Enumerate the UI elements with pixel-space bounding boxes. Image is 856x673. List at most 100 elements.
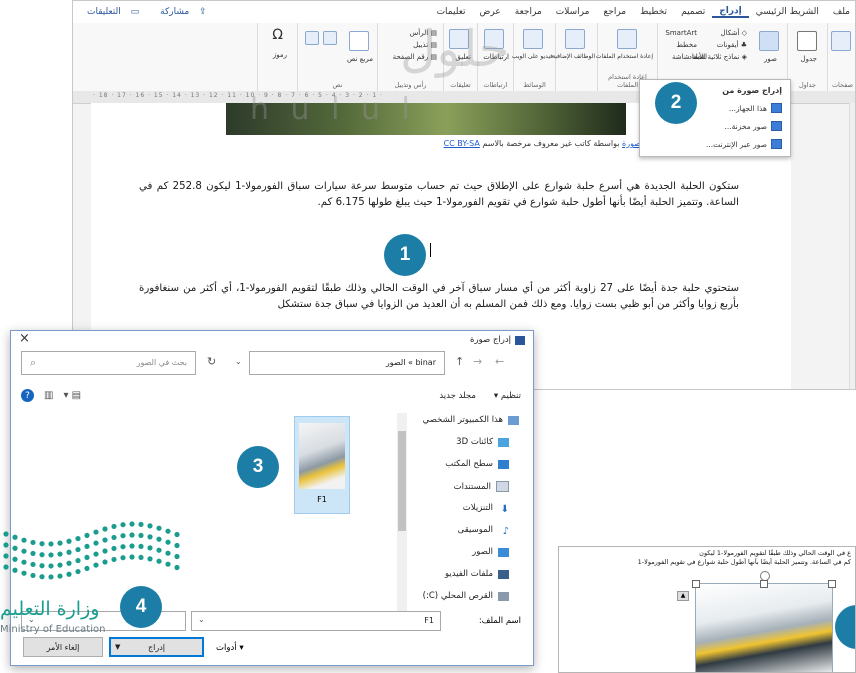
logo-dot: [147, 534, 153, 540]
logo-dot: [66, 560, 72, 566]
ribbon-group-text: مربع نص نص: [297, 23, 377, 91]
inserted-picture[interactable]: [695, 583, 833, 672]
nav-item-local-disk[interactable]: القرص المحلي (C:): [423, 591, 509, 601]
pages-icon[interactable]: [831, 31, 851, 51]
logo-dot: [120, 544, 126, 550]
chart-button[interactable]: مخطط: [676, 41, 697, 49]
share-button[interactable]: ⇪ مشاركة: [146, 7, 213, 17]
help-icon[interactable]: ?: [21, 389, 34, 402]
nav-label: سطح المكتب: [445, 459, 493, 469]
addins-label: الوظائف الإضافية: [552, 53, 595, 60]
tab-mailings[interactable]: مراسلات: [549, 7, 597, 17]
logo-dot: [75, 546, 81, 553]
nav-item-desktop[interactable]: سطح المكتب: [445, 459, 509, 469]
textbox-icon[interactable]: [349, 31, 369, 51]
addins-icon[interactable]: [565, 29, 585, 49]
new-folder-button[interactable]: مجلد جديد: [439, 391, 476, 401]
computer-icon: [508, 415, 519, 425]
ministry-dots-icon: [3, 521, 180, 580]
logo-dot: [129, 554, 135, 560]
wordart-icon[interactable]: [305, 31, 319, 45]
nav-item-downloads[interactable]: ⬇ التنزيلات: [462, 503, 509, 515]
tab-references[interactable]: مراجع: [596, 7, 633, 17]
result-preview-inset: ع في الوقت الحالي وذلك طبقًا لتقويم الفو…: [558, 546, 856, 673]
online-video-icon[interactable]: [523, 29, 543, 49]
file-item-f1[interactable]: F1: [294, 416, 350, 514]
logo-dot: [21, 570, 27, 576]
reuse-files-icon[interactable]: [617, 29, 637, 49]
logo-dot: [102, 537, 108, 543]
logo-dot: [147, 545, 153, 551]
tab-view[interactable]: عرض: [473, 7, 508, 17]
nav-label: هذا الكمبيوتر الشخصي: [422, 415, 503, 425]
group-label-comments: تعليقات: [450, 81, 471, 89]
nav-item-pictures[interactable]: الصور: [472, 547, 509, 557]
quickparts-icon[interactable]: [323, 31, 337, 45]
address-bar[interactable]: binar » الصور: [249, 351, 445, 375]
nav-item-videos[interactable]: ملفات الفيديو: [445, 569, 509, 579]
smartart-button[interactable]: SmartArt: [665, 29, 697, 37]
close-button[interactable]: ×: [19, 331, 30, 346]
logo-dot: [66, 549, 72, 555]
chevron-down-icon[interactable]: ⌄: [235, 357, 242, 366]
vertical-scrollbar[interactable]: [849, 103, 855, 389]
logo-dot: [3, 553, 9, 559]
logo-dot: [120, 533, 126, 539]
tab-layout[interactable]: تخطيط: [633, 7, 674, 17]
shapes-button[interactable]: ◇ أشكال: [720, 29, 747, 37]
online-pictures-option[interactable]: صور عبر الإنترنت...: [640, 135, 790, 153]
group-label-text: نص: [332, 81, 343, 89]
stock-images-icon: [771, 121, 782, 131]
tab-design[interactable]: تصميم: [674, 7, 712, 17]
nav-item-this-pc[interactable]: هذا الكمبيوتر الشخصي: [423, 415, 519, 425]
nav-scrollbar[interactable]: [397, 413, 407, 619]
logo-dot: [21, 548, 27, 554]
step-badge-1: 1: [384, 234, 426, 276]
resize-handle[interactable]: [760, 580, 768, 588]
tab-help[interactable]: تعليمات: [430, 7, 473, 17]
search-input[interactable]: بحث في الصور ⌕: [21, 351, 196, 375]
logo-dot: [39, 552, 45, 558]
nav-label: التنزيلات: [462, 503, 493, 513]
up-arrow-icon[interactable]: ↑: [455, 355, 464, 368]
filename-input[interactable]: F1 ⌄: [191, 611, 441, 631]
preview-pane-icon[interactable]: ▥: [44, 390, 53, 401]
layout-options-icon[interactable]: ▲: [677, 591, 689, 601]
comments-button[interactable]: ▭ التعليقات: [73, 7, 146, 17]
watermark-arabic: حلول: [400, 20, 510, 78]
omega-icon[interactable]: Ω: [272, 27, 283, 43]
logo-dot: [84, 532, 90, 539]
nav-item-music[interactable]: ♪ الموسيقى: [458, 525, 509, 537]
nav-item-3d-objects[interactable]: كائنات 3D: [456, 437, 509, 447]
logo-dot: [75, 557, 81, 564]
logo-dot: [165, 561, 171, 567]
organize-button[interactable]: تنظيم ▾: [494, 391, 521, 401]
forward-arrow-icon[interactable]: →: [473, 355, 482, 368]
tab-review[interactable]: مراجعة: [508, 7, 549, 17]
tools-button[interactable]: أدوات ▾: [216, 643, 244, 653]
logo-dot: [75, 568, 81, 575]
nav-scrollbar-thumb[interactable]: [398, 431, 406, 531]
screenshot-button[interactable]: لقطة شاشة: [672, 53, 707, 61]
computer-icon: [771, 103, 782, 113]
group-label-pages: صفحات: [831, 81, 854, 89]
table-label: جدول: [800, 55, 817, 63]
back-arrow-icon[interactable]: ←: [495, 355, 504, 368]
icons-button[interactable]: ♣ أيقونات: [717, 41, 747, 49]
nav-item-documents[interactable]: المستندات: [454, 481, 509, 492]
pictures-label: صور: [764, 55, 777, 63]
pictures-icon[interactable]: [759, 31, 779, 51]
refresh-icon[interactable]: ↻: [207, 355, 216, 368]
resize-handle[interactable]: [828, 580, 836, 588]
tab-insert[interactable]: إدراج: [712, 6, 749, 18]
logo-dot: [111, 556, 117, 563]
logo-dot: [147, 556, 153, 562]
tab-home[interactable]: الشريط الرئيسي: [749, 7, 826, 17]
resize-handle[interactable]: [692, 580, 700, 588]
license-link[interactable]: CC BY-SA: [444, 139, 480, 148]
view-options-icon[interactable]: ▾ ▤: [63, 390, 81, 401]
tab-file[interactable]: ملف: [826, 7, 855, 17]
table-icon[interactable]: [797, 31, 817, 51]
file-thumbnail: [299, 423, 345, 489]
logo-dot: [3, 531, 9, 537]
